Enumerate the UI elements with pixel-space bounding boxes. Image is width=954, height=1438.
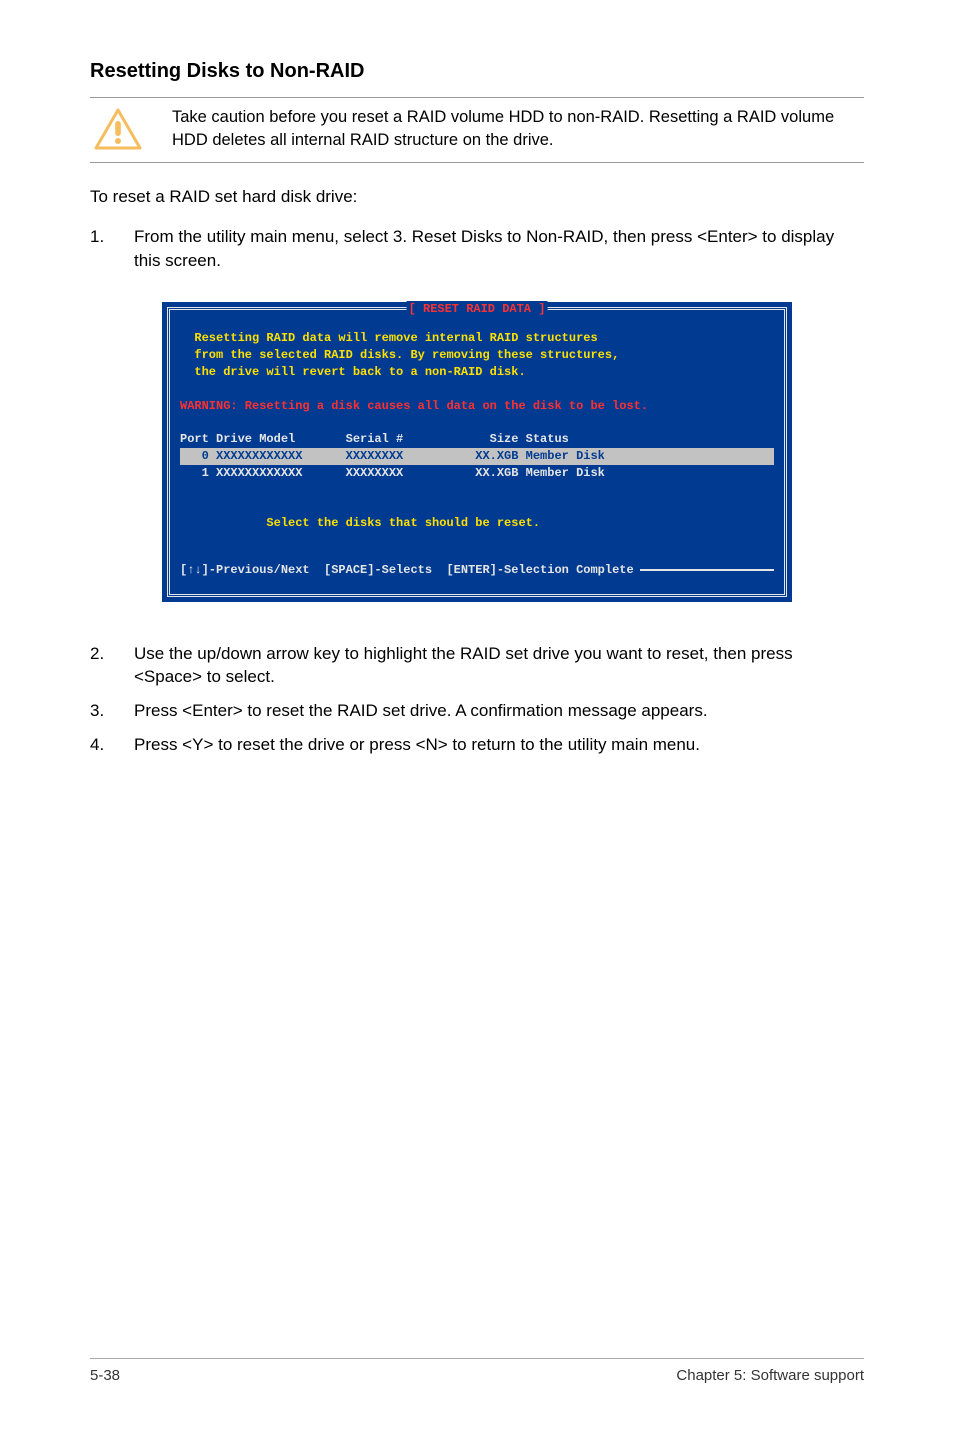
list-item: 4. Press <Y> to reset the drive or press… — [90, 733, 864, 757]
terminal-blank — [180, 381, 774, 398]
terminal-table-row-selected: 0 XXXXXXXXXXXX XXXXXXXX XX.XGB Member Di… — [180, 448, 774, 465]
step-number: 3. — [90, 699, 134, 723]
page-footer: 5-38 Chapter 5: Software support — [90, 1358, 864, 1384]
step-number: 2. — [90, 642, 134, 690]
step-text: Press <Y> to reset the drive or press <N… — [134, 733, 864, 757]
terminal-table-header: Port Drive Model Serial # Size Status — [180, 431, 774, 448]
caution-icon — [90, 106, 146, 152]
terminal-prompt: Select the disks that should be reset. — [180, 515, 774, 532]
terminal-msg: the drive will revert back to a non-RAID… — [180, 364, 774, 381]
list-item: 1. From the utility main menu, select 3.… — [90, 225, 864, 273]
terminal-blank — [180, 532, 774, 549]
terminal-table-row: 1 XXXXXXXXXXXX XXXXXXXX XX.XGB Member Di… — [180, 465, 774, 482]
intro-text: To reset a RAID set hard disk drive: — [90, 185, 864, 209]
terminal-blank — [180, 414, 774, 431]
terminal-title: [ RESET RAID DATA ] — [407, 301, 548, 318]
steps-list-after: 2. Use the up/down arrow key to highligh… — [90, 642, 864, 757]
terminal-msg: from the selected RAID disks. By removin… — [180, 347, 774, 364]
chapter-label: Chapter 5: Software support — [676, 1367, 864, 1384]
caution-callout: Take caution before you reset a RAID vol… — [90, 97, 864, 163]
list-item: 3. Press <Enter> to reset the RAID set d… — [90, 699, 864, 723]
step-text: Use the up/down arrow key to highlight t… — [134, 642, 864, 690]
terminal-warning: WARNING: Resetting a disk causes all dat… — [180, 398, 774, 415]
terminal-blank — [180, 482, 774, 499]
caution-text: Take caution before you reset a RAID vol… — [146, 106, 864, 152]
step-text: Press <Enter> to reset the RAID set driv… — [134, 699, 864, 723]
page-number: 5-38 — [90, 1367, 120, 1384]
section-heading: Resetting Disks to Non-RAID — [90, 60, 864, 83]
step-text: From the utility main menu, select 3. Re… — [134, 225, 864, 273]
terminal-help: [↑↓]-Previous/Next [SPACE]-Selects [ENTE… — [180, 562, 640, 579]
steps-list-before: 1. From the utility main menu, select 3.… — [90, 225, 864, 273]
terminal-msg: Resetting RAID data will remove internal… — [180, 330, 774, 347]
step-number: 4. — [90, 733, 134, 757]
terminal-screenshot: [ RESET RAID DATA ] Resetting RAID data … — [90, 302, 864, 601]
terminal-blank — [180, 498, 774, 515]
list-item: 2. Use the up/down arrow key to highligh… — [90, 642, 864, 690]
step-number: 1. — [90, 225, 134, 273]
